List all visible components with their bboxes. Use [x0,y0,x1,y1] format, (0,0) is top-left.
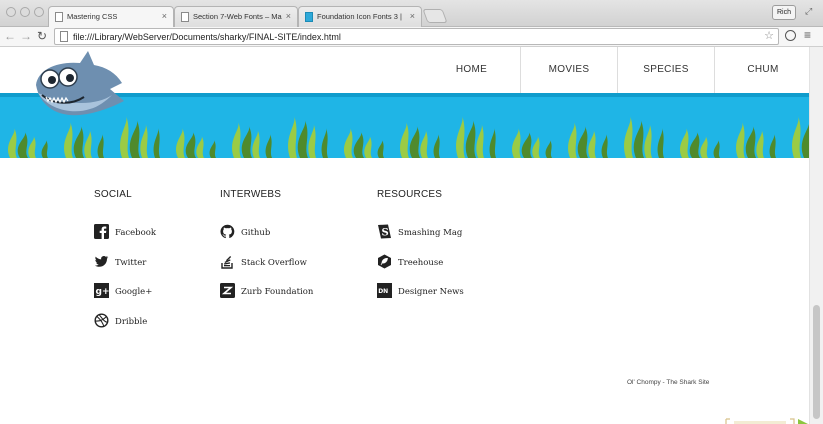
footer-column-resources: RESOURCES S Smashing Mag Treehouse DN De… [377,189,464,313]
column-heading: INTERWEBS [220,189,282,200]
link-label[interactable]: Stack Overflow [241,258,307,268]
footer-link-zurb-foundation[interactable]: Zurb Foundation [220,283,313,313]
page-scrollbar[interactable] [809,47,823,424]
tab-close-icon[interactable]: × [162,11,167,21]
footer-column-social: SOCIAL Facebook Twitter g+ Google+ Dribb… [94,189,156,343]
footer-link-github[interactable]: Github [220,224,281,254]
twitter-icon [94,255,109,267]
tab-close-icon[interactable]: × [410,11,415,21]
user-profile-button[interactable]: Rich [772,5,796,20]
tab-title: Foundation Icon Fonts 3 | [317,12,402,21]
svg-text:DN: DN [378,288,388,295]
footer-link-google-plus[interactable]: g+ Google+ [94,283,152,313]
footer-link-treehouse[interactable]: Treehouse [377,254,443,284]
nav-chum[interactable]: CHUM [714,47,809,93]
nav-movies[interactable]: MOVIES [520,47,617,93]
link-label[interactable]: Treehouse [398,258,443,268]
link-label[interactable]: Facebook [115,228,156,238]
page-icon [181,12,189,22]
page-icon [55,12,63,22]
treehouse-icon [378,254,391,269]
foundation-favicon-icon [305,12,313,22]
column-heading: SOCIAL [94,189,132,200]
dribbble-icon [94,313,109,328]
footer-link-twitter[interactable]: Twitter [94,254,146,284]
browser-tab-foundation-icons[interactable]: Foundation Icon Fonts 3 | × [298,6,422,27]
zurb-icon [220,283,235,299]
close-window-button[interactable] [6,7,16,17]
nav-species[interactable]: SPECIES [617,47,714,93]
browser-tab-web-fonts[interactable]: Section 7-Web Fonts – Ma × [174,6,298,27]
main-nav: HOME MOVIES SPECIES CHUM [423,47,809,93]
browser-tab-mastering-css[interactable]: Mastering CSS × [48,6,174,28]
tab-title: Section 7-Web Fonts – Ma [193,12,282,21]
footer-link-designer-news[interactable]: DN Designer News [377,283,464,313]
link-label[interactable]: Google+ [115,287,152,297]
extension-icon[interactable] [785,30,796,41]
page-icon [60,31,68,42]
smashing-mag-icon: S [378,224,391,239]
tab-title: Mastering CSS [67,12,118,21]
tab-close-icon[interactable]: × [286,11,291,21]
google-plus-icon: g+ [94,283,110,299]
link-label[interactable]: Zurb Foundation [241,287,313,297]
github-icon [220,224,235,239]
new-tab-button[interactable] [422,9,448,23]
footer-copyright: Ol' Chompy - The Shark Site [627,379,710,386]
footer-link-stack-overflow[interactable]: Stack Overflow [220,254,307,284]
shark-logo[interactable] [28,49,128,131]
browser-tab-bar: Mastering CSS × Section 7-Web Fonts – Ma… [0,0,823,28]
address-bar[interactable]: ☆ [54,28,779,45]
footer-link-facebook[interactable]: Facebook [94,224,156,254]
page-viewport: HOME MOVIES SPECIES CHUM SOCIAL Facebook [0,47,809,424]
link-label[interactable]: Designer News [398,287,464,297]
browser-toolbar: ← → ↻ ☆ ≡ [0,27,823,47]
bookmark-star-icon[interactable]: ☆ [764,29,774,42]
link-label[interactable]: Smashing Mag [398,228,462,238]
back-icon[interactable]: ← [4,29,16,43]
svg-text:S: S [382,228,389,239]
url-input[interactable] [73,30,753,43]
fullscreen-icon[interactable]: ⤢ [805,6,812,17]
svg-text:g+: g+ [96,287,110,297]
reload-icon[interactable]: ↻ [37,29,47,43]
nav-home[interactable]: HOME [423,47,520,93]
scrollbar-thumb[interactable] [813,305,820,419]
partial-badge-logo [725,418,808,424]
footer-link-smashing-mag[interactable]: S Smashing Mag [377,224,462,254]
link-label[interactable]: Dribble [115,317,147,327]
facebook-icon [94,224,109,239]
forward-icon[interactable]: → [20,29,32,43]
footer-link-dribble[interactable]: Dribble [94,313,147,343]
zoom-window-button[interactable] [34,7,44,17]
link-label[interactable]: Twitter [115,258,146,268]
minimize-window-button[interactable] [20,7,30,17]
designer-news-icon: DN [377,283,392,299]
footer-column-interwebs: INTERWEBS Github Stack Overflow Zurb Fou… [220,189,313,313]
stack-overflow-icon [221,255,233,269]
link-label[interactable]: Github [241,228,270,238]
column-heading: RESOURCES [377,189,443,200]
menu-icon[interactable]: ≡ [804,28,811,42]
